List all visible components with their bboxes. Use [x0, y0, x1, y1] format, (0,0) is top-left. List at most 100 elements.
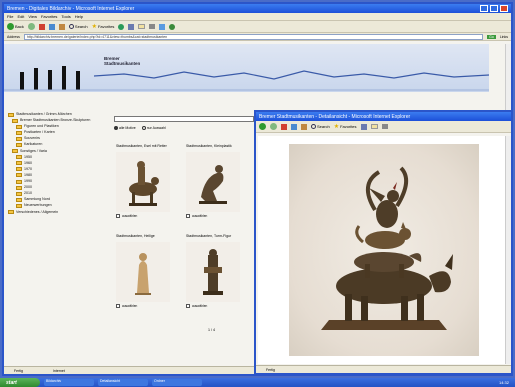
- menu-edit[interactable]: Edit: [17, 14, 24, 19]
- address-input[interactable]: http://bildarchiv.bremen.de/galerie/inde…: [23, 33, 484, 40]
- folder-icon: [16, 136, 22, 141]
- select-checkbox[interactable]: [186, 304, 190, 308]
- radio-selection[interactable]: nur Auswahl: [141, 126, 166, 130]
- folder-icon: [16, 191, 22, 196]
- image-popup-window: Bremer Stadtmusikanten - Detailansicht -…: [254, 110, 513, 375]
- media-icon[interactable]: [118, 23, 125, 30]
- history-icon[interactable]: [128, 23, 135, 30]
- stop-icon[interactable]: [281, 123, 287, 130]
- folder-icon: [16, 155, 22, 160]
- favorites-button[interactable]: ★ Favorites: [334, 123, 357, 130]
- folder-icon: [8, 112, 14, 117]
- popup-title: Bremer Stadtmusikanten - Detailansicht -…: [259, 113, 411, 120]
- home-icon[interactable]: [301, 123, 307, 130]
- taskbar-item[interactable]: Bildarchiv: [44, 379, 94, 386]
- mail-icon[interactable]: [138, 24, 146, 29]
- close-icon[interactable]: [500, 5, 508, 12]
- card-title: Stadtmusikanten, Turm-Figur: [186, 234, 232, 238]
- tree-item[interactable]: Verschiedenes / Allgemein: [8, 210, 106, 214]
- favorites-button[interactable]: ★ Favorites: [92, 23, 115, 30]
- tree-item[interactable]: 1970: [8, 167, 106, 172]
- tree-item[interactable]: Sammlung Nord: [8, 197, 106, 202]
- thumbnail-image[interactable]: [186, 242, 240, 302]
- select-checkbox[interactable]: [116, 304, 120, 308]
- toolbar: Back Search ★ Favorites: [4, 21, 511, 33]
- select-checkbox[interactable]: [116, 214, 120, 218]
- tree-item[interactable]: 1980: [8, 173, 106, 178]
- tree-item[interactable]: 1950: [8, 155, 106, 160]
- folder-icon: [8, 210, 14, 214]
- thumbnail-image[interactable]: [116, 152, 170, 212]
- thumbnail-grid: Stadtmusikanten, Esel mit Reiter auswähl…: [116, 144, 256, 344]
- start-button[interactable]: start: [0, 378, 40, 387]
- thumbnail-image[interactable]: [116, 242, 170, 302]
- tree-item[interactable]: Neuerwerbungen: [8, 203, 106, 208]
- tree-item[interactable]: Figuren und Plastiken: [8, 124, 106, 129]
- search-input[interactable]: [114, 116, 254, 122]
- forward-arrow-icon[interactable]: [27, 23, 35, 30]
- thumbnail-card[interactable]: Stadtmusikanten, Heilige auswählen: [116, 234, 178, 308]
- taskbar-item[interactable]: Detailansicht: [98, 379, 148, 386]
- forward-arrow-icon[interactable]: [270, 123, 277, 130]
- popup-titlebar[interactable]: Bremer Stadtmusikanten - Detailansicht -…: [256, 112, 511, 121]
- site-header: Bremer Stadtmusikanten: [4, 44, 489, 92]
- print-icon[interactable]: [381, 124, 388, 129]
- radio-all[interactable]: alle Motive: [114, 126, 136, 130]
- select-checkbox[interactable]: [186, 214, 190, 218]
- refresh-icon[interactable]: [291, 123, 297, 130]
- menu-help[interactable]: Help: [75, 14, 83, 19]
- refresh-icon[interactable]: [48, 23, 55, 30]
- folder-icon: [12, 118, 18, 123]
- card-title: Stadtmusikanten, Kleinplastik: [186, 144, 232, 148]
- status-done: Fertig: [14, 368, 23, 373]
- address-label: Address: [7, 34, 20, 39]
- thumbnail-card[interactable]: Stadtmusikanten, Esel mit Reiter auswähl…: [116, 144, 178, 218]
- pager[interactable]: 1 / 4: [208, 328, 215, 332]
- search-button[interactable]: Search: [311, 124, 330, 129]
- popup-photo[interactable]: [288, 144, 479, 356]
- back-button[interactable]: Back: [7, 23, 24, 30]
- folder-icon: [16, 142, 22, 147]
- back-arrow-icon[interactable]: [259, 123, 266, 130]
- popup-scrollbar[interactable]: [505, 136, 511, 364]
- menu-file[interactable]: File: [7, 14, 13, 19]
- menu-view[interactable]: View: [28, 14, 37, 19]
- window-title: Bremen - Digitales Bildarchiv - Microsof…: [7, 5, 135, 12]
- tree-item[interactable]: 1960: [8, 161, 106, 166]
- tree-item[interactable]: Postkarten / Karten: [8, 130, 106, 135]
- thumbnail-image[interactable]: [186, 152, 240, 212]
- folder-icon: [16, 124, 22, 129]
- folder-icon: [16, 203, 22, 208]
- tree-item[interactable]: Souvenirs: [8, 136, 106, 141]
- tree-item[interactable]: Stadtmusikanten / Grimm-Märchen: [8, 112, 106, 117]
- maximize-icon[interactable]: [490, 5, 498, 12]
- go-button[interactable]: Go: [487, 34, 496, 39]
- edit-icon[interactable]: [159, 23, 166, 30]
- address-bar: Address http://bildarchiv.bremen.de/gale…: [4, 33, 511, 41]
- links-label[interactable]: Links: [500, 35, 508, 39]
- print-icon[interactable]: [149, 24, 156, 29]
- folder-icon: [16, 179, 22, 184]
- stop-icon[interactable]: [38, 23, 45, 30]
- minimize-icon[interactable]: [480, 5, 488, 12]
- tree-item[interactable]: Sonstiges / Varia: [8, 149, 106, 154]
- star-icon: ★: [333, 124, 340, 130]
- mail-icon[interactable]: [370, 124, 378, 129]
- tree-item[interactable]: 1990: [8, 179, 106, 184]
- messenger-icon[interactable]: [169, 23, 176, 30]
- menu-tools[interactable]: Tools: [61, 14, 70, 19]
- taskbar-item[interactable]: Ordner: [152, 379, 202, 386]
- tree-item[interactable]: Bremer Stadtmusikanten Bronze-Skulpturen: [8, 118, 106, 123]
- tree-item[interactable]: Karikaturen: [8, 142, 106, 147]
- main-titlebar[interactable]: Bremen - Digitales Bildarchiv - Microsof…: [4, 4, 511, 13]
- tree-item[interactable]: 2010: [8, 191, 106, 196]
- menu-bar: File Edit View Favorites Tools Help: [4, 13, 511, 21]
- tree-item[interactable]: 2000: [8, 185, 106, 190]
- thumbnail-card[interactable]: Stadtmusikanten, Turm-Figur auswählen: [186, 234, 248, 308]
- search-button[interactable]: Search: [68, 24, 88, 29]
- history-icon[interactable]: [360, 123, 367, 130]
- menu-favorites[interactable]: Favorites: [41, 14, 57, 19]
- home-icon[interactable]: [58, 23, 65, 30]
- thumbnail-card[interactable]: Stadtmusikanten, Kleinplastik auswählen: [186, 144, 248, 218]
- star-icon: ★: [91, 24, 97, 30]
